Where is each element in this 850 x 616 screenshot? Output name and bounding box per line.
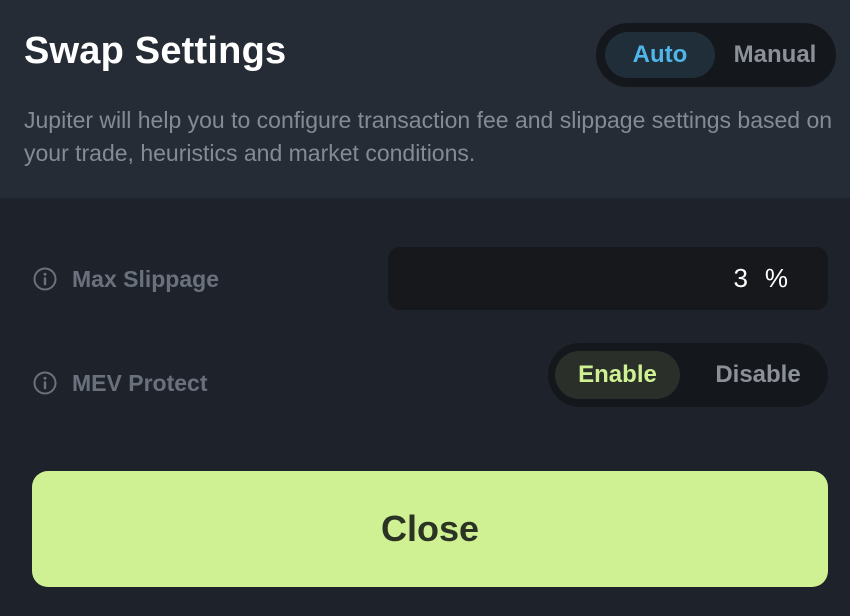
mode-manual-button[interactable]: Manual <box>721 32 829 78</box>
info-icon[interactable] <box>32 266 58 292</box>
info-icon[interactable] <box>32 370 58 396</box>
settings-description: Jupiter will help you to configure trans… <box>24 107 833 166</box>
percent-unit: % <box>764 263 788 293</box>
max-slippage-input[interactable]: 3 % <box>388 247 828 310</box>
max-slippage-label: Max Slippage <box>72 265 219 292</box>
mev-disable-button[interactable]: Disable <box>694 351 822 399</box>
mev-enable-button[interactable]: Enable <box>555 351 680 399</box>
mev-protect-toggle: Enable Disable <box>548 343 828 407</box>
mev-protect-label-row: MEV Protect <box>32 370 207 396</box>
settings-header: Swap Settings Auto Manual Jupiter will h… <box>0 0 850 198</box>
close-button[interactable]: Close <box>32 471 828 587</box>
page-title: Swap Settings <box>24 30 287 72</box>
max-slippage-label-row: Max Slippage <box>32 266 219 292</box>
mode-auto-button[interactable]: Auto <box>605 32 715 78</box>
max-slippage-value[interactable]: 3 <box>734 247 748 310</box>
mode-toggle: Auto Manual <box>596 23 836 87</box>
mev-protect-label: MEV Protect <box>72 369 208 396</box>
